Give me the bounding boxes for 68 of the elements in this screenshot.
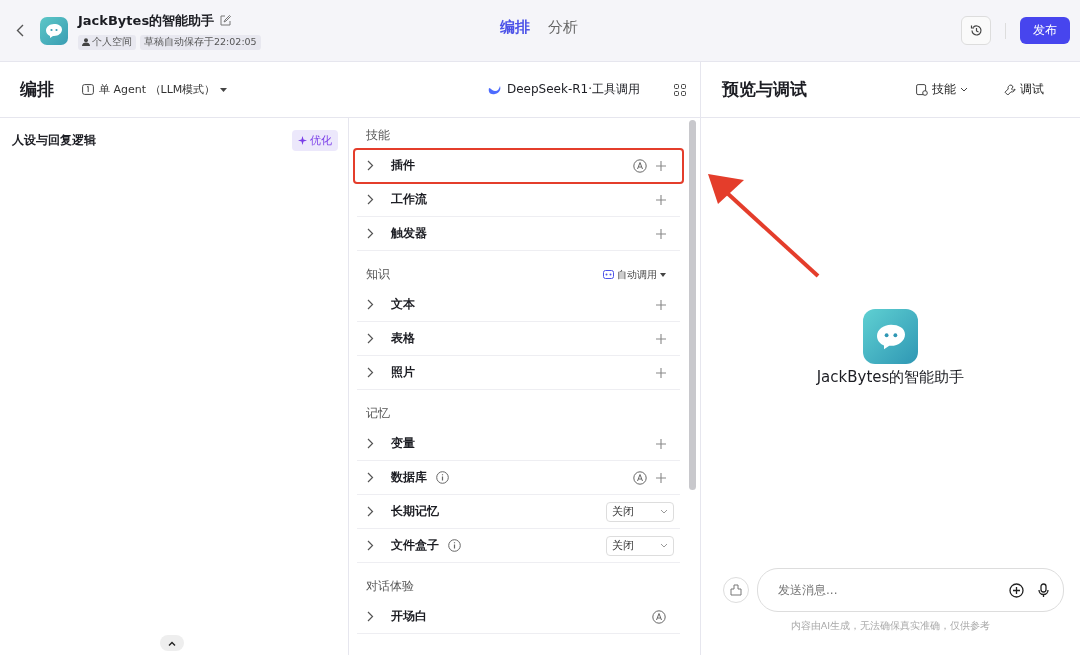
- skills-button[interactable]: 技能: [910, 81, 974, 98]
- nav-tab[interactable]: 分析: [548, 18, 578, 37]
- message-field[interactable]: 发送消息...: [757, 568, 1064, 612]
- select-field[interactable]: 关闭: [606, 535, 674, 556]
- select-field[interactable]: 关闭: [606, 501, 674, 522]
- bot-avatar-icon: [863, 309, 918, 364]
- edit-icon[interactable]: [220, 15, 232, 26]
- chevron-right-icon: [367, 472, 374, 483]
- section-title: 技能: [366, 128, 390, 143]
- skill-row[interactable]: 触发器: [357, 217, 680, 251]
- skills-icon: [916, 83, 928, 96]
- person-icon: [82, 38, 90, 46]
- section-title: 对话体验: [366, 579, 414, 594]
- panel-title: 编排: [20, 78, 54, 101]
- chat-bubble-icon: [45, 22, 63, 39]
- message-input[interactable]: 发送消息...: [776, 582, 995, 598]
- chevron-up-icon: [168, 640, 176, 646]
- chevron-right-icon: [367, 540, 374, 551]
- chevron-right-icon: [367, 367, 374, 378]
- skill-row[interactable]: 插件: [354, 149, 683, 183]
- info-tag: 个人空间: [78, 34, 136, 50]
- skill-row[interactable]: 表格: [357, 322, 680, 356]
- history-icon[interactable]: [961, 16, 991, 45]
- skill-row[interactable]: 照片: [357, 356, 680, 390]
- add-icon[interactable]: [1009, 582, 1024, 598]
- bot-name: JackBytes的智能助手: [816, 368, 965, 387]
- chevron-right-icon: [367, 194, 374, 205]
- skill-row[interactable]: 文本: [357, 288, 680, 322]
- back-icon[interactable]: [16, 24, 24, 37]
- publish-button[interactable]: 发布: [1020, 17, 1070, 44]
- nav-tab[interactable]: 编排: [500, 18, 530, 37]
- skill-row[interactable]: 工作流: [357, 183, 680, 217]
- disclaimer: 内容由AI生成，无法确保真实准确，仅供参考: [789, 619, 992, 633]
- skill-row[interactable]: 变量: [357, 427, 680, 461]
- robot-icon: [603, 270, 614, 279]
- debug-button[interactable]: 调试: [998, 81, 1050, 98]
- info-tag: 草稿自动保存于22:02:05: [140, 34, 261, 50]
- skill-row[interactable]: 长期记忆 关闭: [357, 495, 680, 529]
- sparkle-icon: [298, 136, 307, 145]
- chevron-right-icon: [367, 299, 374, 310]
- caret-icon: [660, 272, 666, 277]
- section-title: 人设与回复逻辑: [12, 132, 96, 149]
- grid-icon[interactable]: [674, 83, 686, 96]
- mode-dropdown[interactable]: 单 Agent （LLM模式）: [82, 82, 228, 97]
- chevron-right-icon: [367, 438, 374, 449]
- chevron-right-icon: [367, 506, 374, 517]
- chevron-down-icon: [960, 87, 968, 92]
- chevron-right-icon: [367, 160, 374, 171]
- skill-row[interactable]: 开场白: [357, 600, 680, 634]
- section-title: 记忆: [366, 406, 390, 421]
- chevron-right-icon: [367, 611, 374, 622]
- app-name: JackBytes的智能助手: [78, 11, 215, 30]
- caret-icon: [220, 87, 228, 92]
- optimize-button[interactable]: 优化: [292, 130, 338, 151]
- model-selector[interactable]: DeepSeek-R1·工具调用: [487, 81, 640, 98]
- panel-title: 预览与调试: [722, 78, 807, 101]
- chevron-down-icon: [660, 543, 668, 548]
- skill-row[interactable]: 数据库: [357, 461, 680, 495]
- auto-call-dropdown[interactable]: 自动调用: [603, 267, 666, 282]
- agent-icon: [82, 84, 94, 95]
- chevron-down-icon: [660, 509, 668, 514]
- scrollbar[interactable]: [689, 120, 696, 490]
- section-title: 知识: [366, 267, 390, 282]
- collapse-button[interactable]: [160, 635, 184, 651]
- chevron-right-icon: [367, 228, 374, 239]
- chevron-right-icon: [367, 333, 374, 344]
- microphone-icon[interactable]: [1038, 582, 1049, 598]
- skill-row[interactable]: 文件盒子 关闭: [357, 529, 680, 563]
